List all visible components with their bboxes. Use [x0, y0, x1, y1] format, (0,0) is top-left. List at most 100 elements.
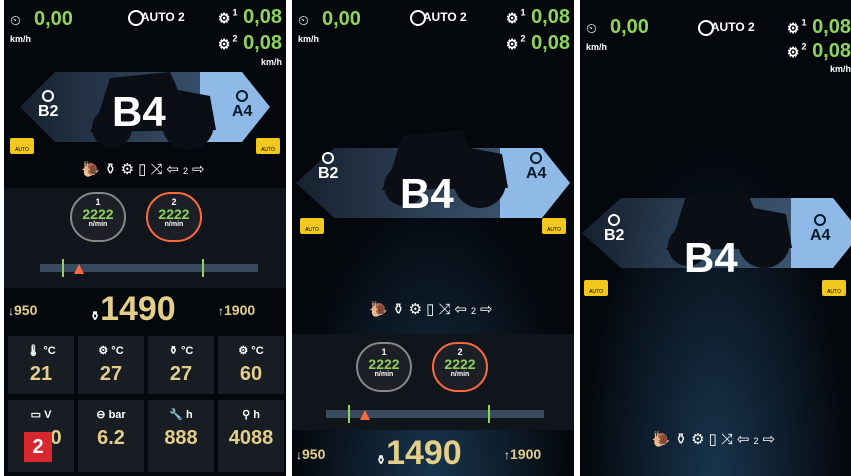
speed-value: 0,00	[610, 16, 649, 38]
slip-1-value: 0,08	[812, 16, 851, 38]
gear-left-label: B2	[318, 165, 339, 182]
temp-cell-1: 🌡 °C 21	[8, 336, 74, 394]
function-icon-row: 🐌⚱⚙▯⤨⇦2⇨	[292, 300, 574, 318]
book-icon: ▯	[426, 301, 439, 318]
engine-icon: ⚱	[90, 309, 101, 323]
rpm-memory-2[interactable]: 2 2222 n/min	[146, 192, 202, 242]
speed-value: 0,00	[322, 8, 361, 30]
rpm-min: ↓950	[8, 302, 38, 318]
gear-icon	[530, 152, 543, 164]
rpm-current-marker	[74, 264, 84, 274]
auto-badge-left[interactable]: AUTO	[300, 218, 324, 234]
gear-icon	[236, 90, 249, 102]
gear-band: B2 B4 A4	[292, 130, 574, 224]
rpm-max-tick	[488, 405, 490, 423]
auto-badge-right[interactable]: AUTO	[822, 280, 846, 296]
slip-1: ⚙ 1 0,08	[786, 16, 851, 38]
slip-2: ⚙ 2 0,08	[786, 40, 851, 62]
gear-left-label: B2	[38, 103, 59, 120]
slip-2: ⚙ 2 0,08	[505, 32, 570, 54]
pto-icon: ⚙	[691, 431, 709, 448]
tank-icon: ⚱	[392, 301, 409, 318]
speed-unit: km/h	[298, 34, 320, 44]
gear-current: B4	[112, 88, 166, 135]
battery-icon: ▭	[30, 409, 41, 421]
slip-icon: ⚙	[505, 10, 519, 26]
rpm-memory-2[interactable]: 2 2222 n/min	[432, 342, 488, 392]
dashboard-panel-full: ⏲ 0,00 km/h AUTO 2 ⚙ 1 0,08 ⚙ 2 0,08 km/h …	[4, 0, 286, 476]
speedometer-icon: ⏲	[586, 20, 597, 36]
shuttle-icon: ⤨	[438, 301, 455, 318]
slip-icon: ⚙	[505, 36, 519, 52]
rpm-range-slider[interactable]	[40, 264, 258, 272]
gear-icon	[608, 214, 621, 226]
rpm-row: ↓950 ⚱1490 ↑1900	[4, 290, 286, 330]
status-bar: ⏲ 0,00 km/h AUTO 2 ⚙ 1 0,08 ⚙ 2 0,08 km/h	[580, 0, 851, 74]
tank-icon: ⚱	[104, 161, 121, 178]
gear-current: B4	[684, 234, 738, 281]
gear-right: A4	[810, 214, 830, 245]
slip-icon: ⚙	[786, 44, 800, 60]
rpm-min-tick	[348, 405, 350, 423]
pressure-icon: ⊖	[96, 409, 106, 421]
slip-1-value: 0,08	[243, 6, 282, 28]
rpm-max: ↑1900	[218, 302, 256, 318]
rpm-memory-1[interactable]: 1 2222 n/min	[70, 192, 126, 242]
auto-badge-right[interactable]: AUTO	[256, 138, 280, 154]
speedometer-icon: ⏲	[10, 12, 21, 28]
snail-icon: 🐌	[369, 301, 393, 318]
slip-2-value: 0,08	[812, 40, 851, 62]
shuttle-icon: ⤨	[150, 161, 167, 178]
auto-mode-label: AUTO 2	[710, 20, 755, 35]
snail-icon: 🐌	[81, 161, 105, 178]
rpm-row: ↓950 ⚱1490 ↑1900	[292, 434, 574, 474]
reading-cell-4: ⚲ h 4088	[218, 400, 284, 472]
rpm-current: ⚱1490	[376, 434, 462, 472]
auto-mode-label: AUTO 2	[422, 10, 467, 25]
auto-badge-left[interactable]: AUTO	[584, 280, 608, 296]
gear-right-label: A4	[810, 227, 831, 244]
2wd-icon: ⇦2⇨	[454, 301, 497, 318]
shuttle-icon: ⤨	[720, 431, 737, 448]
rpm-memory-1[interactable]: 1 2222 n/min	[356, 342, 412, 392]
rpm-min: ↓950	[296, 446, 326, 462]
gear-right: A4	[232, 90, 252, 121]
temp-cell-4: ⚙ °C 60	[218, 336, 284, 394]
speed-unit: km/h	[10, 34, 32, 44]
auto-mode-indicator: AUTO 2	[128, 10, 185, 26]
gear-right-label: A4	[526, 165, 547, 182]
pto-icon: ⚙	[120, 161, 139, 178]
tractor-hours-icon: ⚲	[242, 409, 251, 421]
dashboard-panel-rpm: ⏲ 0,00 km/h AUTO 2 ⚙ 1 0,08 ⚙ 2 0,08 B2 B4	[292, 0, 574, 476]
slip-icon: ⚙	[217, 10, 231, 26]
2wd-icon: ⇦2⇨	[166, 161, 209, 178]
slip-unit: km/h	[829, 64, 851, 74]
engine-oil-icon: ⚱	[168, 345, 178, 357]
rpm-max-tick	[202, 259, 204, 277]
transmission-oil-icon: ⚙	[98, 345, 109, 357]
figure-number: 2	[24, 432, 52, 462]
slip-2: ⚙ 2 0,08	[217, 32, 282, 54]
hst-icon: ⚙	[238, 345, 249, 357]
rpm-memory-area: 1 2222 n/min 2 2222 n/min	[4, 188, 286, 288]
function-icon-row: 🐌⚱⚙▯⤨⇦2⇨	[580, 430, 851, 448]
slip-1: ⚙ 1 0,08	[217, 6, 282, 28]
gear-left-label: B2	[604, 227, 625, 244]
snail-icon: 🐌	[651, 431, 675, 448]
function-icon-row: 🐌⚱⚙▯⤨⇦2⇨	[4, 160, 286, 178]
wrench-icon: 🔧	[169, 409, 183, 421]
rpm-memory-area: 1 2222 n/min 2 2222 n/min	[292, 334, 574, 430]
gear-right: A4	[526, 152, 546, 183]
slip-1-value: 0,08	[531, 6, 570, 28]
rpm-current-marker	[360, 410, 370, 420]
speed-unit: km/h	[586, 42, 608, 52]
pto-icon: ⚙	[408, 301, 427, 318]
auto-badge-left[interactable]: AUTO	[10, 138, 34, 154]
auto-mode-indicator: AUTO 2	[410, 10, 467, 26]
speed-value: 0,00	[34, 8, 73, 30]
gear-band: B2 B4 A4	[4, 64, 286, 150]
auto-mode-label: AUTO 2	[140, 10, 185, 25]
auto-badge-right[interactable]: AUTO	[542, 218, 566, 234]
rpm-current: ⚱1490	[90, 290, 176, 328]
rpm-range-slider[interactable]	[326, 410, 544, 418]
